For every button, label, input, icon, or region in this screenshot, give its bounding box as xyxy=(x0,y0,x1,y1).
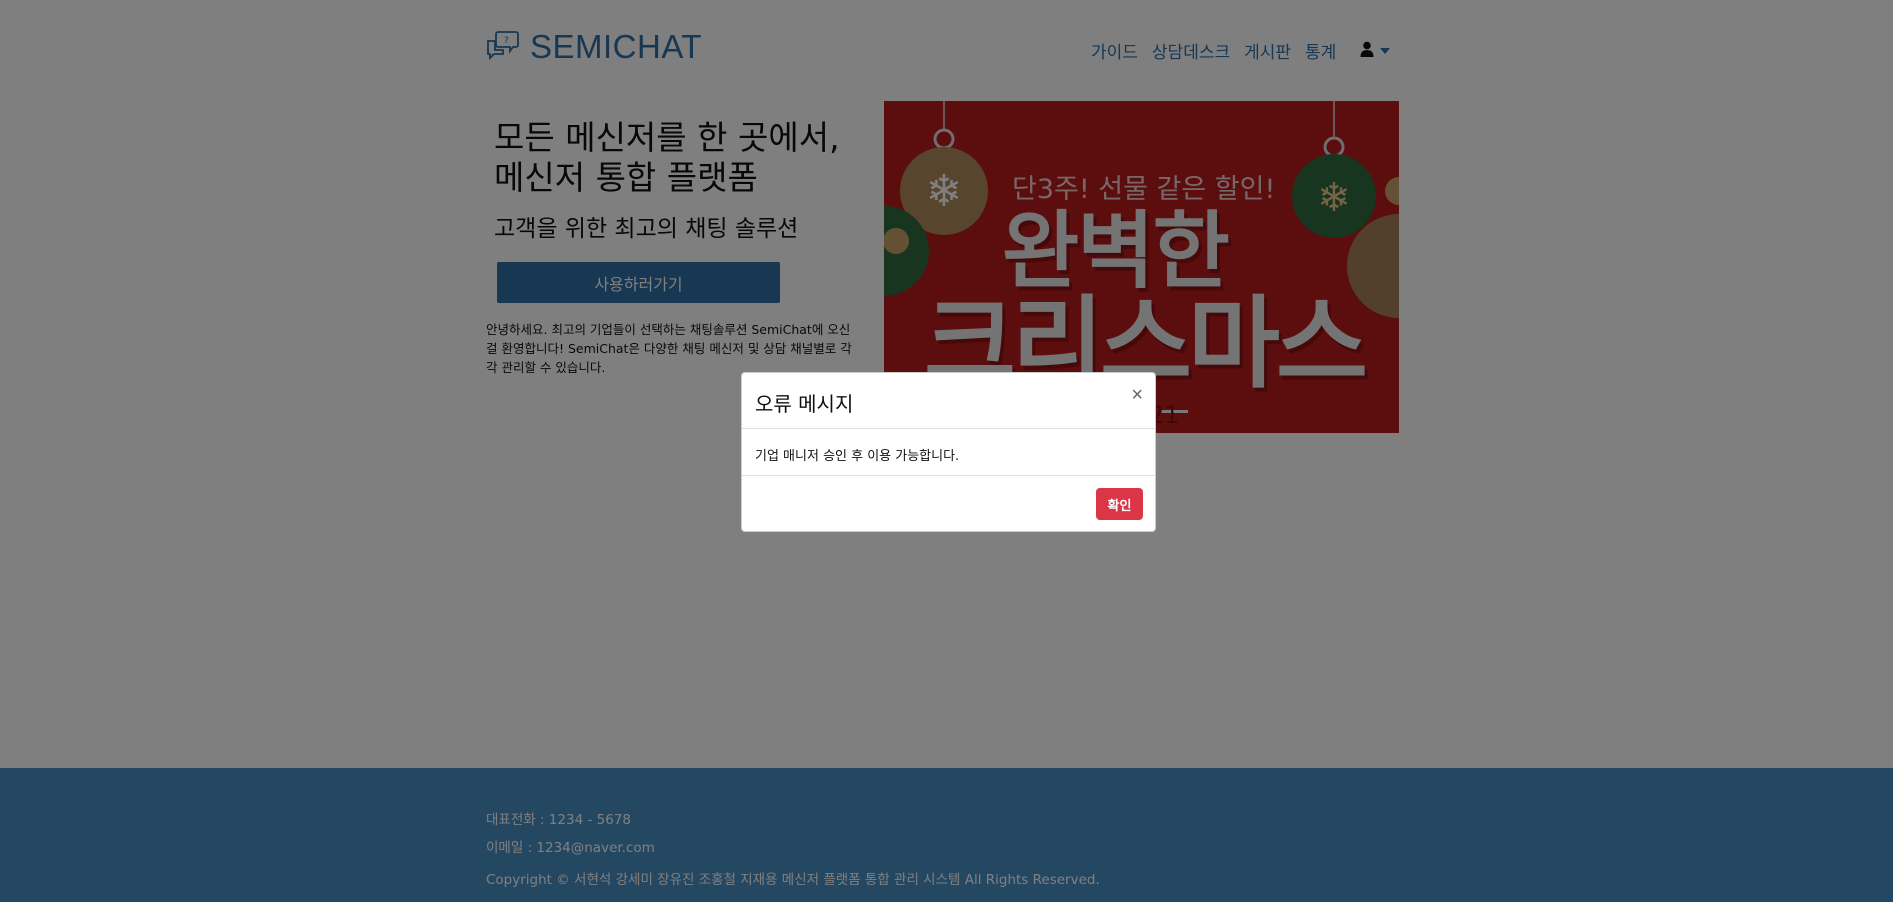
modal-footer: 확인 xyxy=(742,476,1155,532)
modal-message: 기업 매니저 승인 후 이용 가능합니다. xyxy=(755,449,960,464)
modal-header: 오류 메시지 × xyxy=(742,373,1155,429)
confirm-button[interactable]: 확인 xyxy=(1096,488,1143,520)
modal-title: 오류 메시지 xyxy=(755,392,854,416)
error-modal: 오류 메시지 × 기업 매니저 승인 후 이용 가능합니다. 확인 xyxy=(741,372,1156,532)
close-icon[interactable]: × xyxy=(1131,384,1143,407)
page: ? SEMICHAT 가이드 상담데스크 게시판 통계 모든 메신저를 한 곳에… xyxy=(0,0,1893,902)
modal-body: 기업 매니저 승인 후 이용 가능합니다. xyxy=(742,429,1155,476)
